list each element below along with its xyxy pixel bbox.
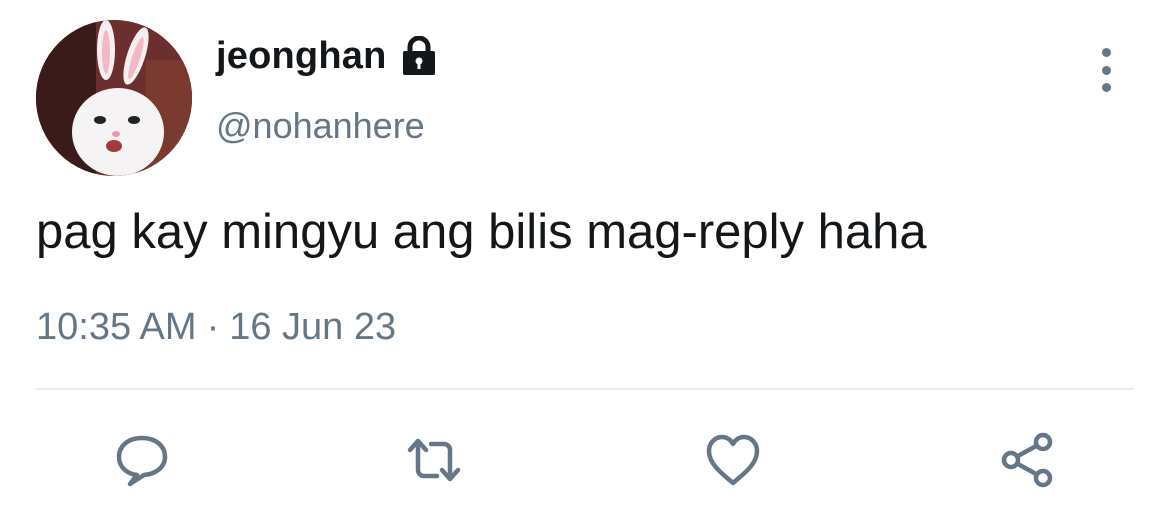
tweet-timestamp[interactable]: 10:35 AM · 16 Jun 23	[36, 306, 397, 349]
avatar[interactable]	[36, 20, 192, 176]
display-name[interactable]: jeonghan	[216, 37, 387, 75]
lock-icon	[397, 35, 441, 76]
heart-icon	[704, 433, 762, 487]
retweet-icon	[404, 432, 464, 488]
tweet-date: 16 Jun 23	[229, 306, 397, 348]
like-button[interactable]	[703, 430, 763, 490]
tweet-card: jeonghan @nohanhere pag kay mingyu ang b…	[0, 0, 1170, 532]
tweet-text: pag kay mingyu ang bilis mag-reply haha	[36, 205, 927, 259]
tweet-time: 10:35 AM	[36, 306, 197, 348]
meta-separator: ·	[206, 306, 220, 348]
more-vertical-icon	[1101, 48, 1111, 57]
divider	[36, 388, 1134, 390]
share-button[interactable]	[998, 430, 1058, 490]
share-icon	[999, 431, 1057, 489]
reply-button[interactable]	[112, 430, 172, 490]
display-name-row: jeonghan	[216, 35, 441, 76]
reply-icon	[114, 432, 170, 488]
more-options-button[interactable]	[1088, 48, 1124, 92]
user-handle[interactable]: @nohanhere	[216, 108, 425, 144]
retweet-button[interactable]	[404, 430, 464, 490]
